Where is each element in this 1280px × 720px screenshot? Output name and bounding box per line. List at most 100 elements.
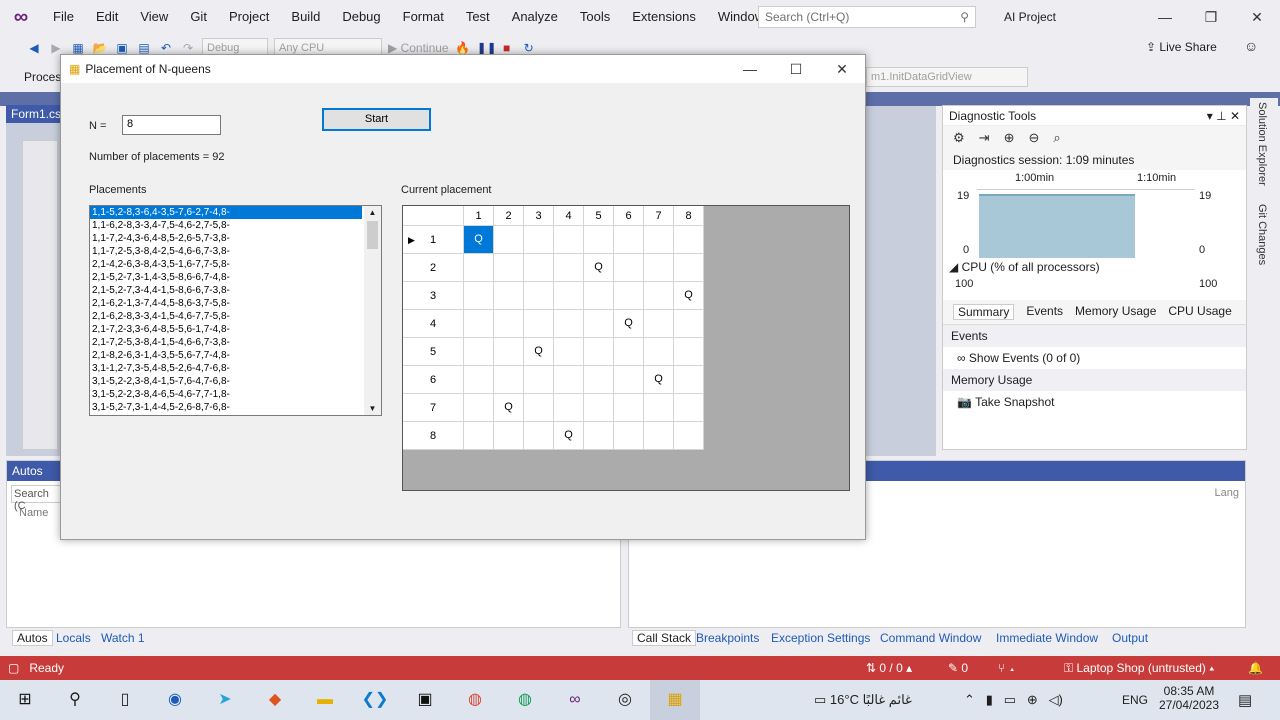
board-cell[interactable] — [464, 310, 494, 338]
tab-breakpoints[interactable]: Breakpoints — [696, 631, 759, 645]
placement-item[interactable]: 3,1-5,2-2,3-8,4-6,5-4,6-7,7-1,8- — [90, 388, 381, 401]
scroll-down-icon[interactable]: ▼ — [364, 404, 381, 413]
form-maximize-icon[interactable]: ☐ — [773, 55, 819, 83]
action-center-icon[interactable]: ▤ — [1238, 691, 1252, 709]
tab-immediate-window[interactable]: Immediate Window — [996, 631, 1098, 645]
board-cell[interactable] — [644, 422, 674, 450]
restore-icon[interactable]: ❐ — [1188, 0, 1234, 34]
menu-item-edit[interactable]: Edit — [85, 0, 129, 34]
tab-call-stack[interactable]: Call Stack — [632, 630, 697, 646]
row-header[interactable]: 3 — [403, 282, 464, 310]
chrome-icon-1[interactable]: ◍ — [450, 680, 500, 720]
board-cell[interactable] — [494, 310, 524, 338]
queen-cell[interactable]: Q — [644, 366, 674, 394]
visual-studio-icon[interactable]: ∞ — [550, 680, 600, 720]
obs-icon[interactable]: ◎ — [600, 680, 650, 720]
board-cell[interactable] — [464, 422, 494, 450]
column-header[interactable]: 5 — [584, 206, 614, 226]
menu-item-extensions[interactable]: Extensions — [621, 0, 707, 34]
tab-memory-usage[interactable]: Memory Usage — [1075, 304, 1156, 320]
tab-watch-1[interactable]: Watch 1 — [101, 631, 145, 645]
n-input[interactable]: 8 — [122, 115, 221, 135]
board-cell[interactable] — [494, 254, 524, 282]
start-icon[interactable]: ⊞ — [0, 680, 50, 720]
board-cell[interactable] — [644, 226, 674, 254]
board-cell[interactable] — [494, 366, 524, 394]
vs-search-input[interactable]: Search (Ctrl+Q) ⚲ — [758, 6, 976, 28]
row-header[interactable]: 7 — [403, 394, 464, 422]
file-icon[interactable]: ▯ — [100, 680, 150, 720]
menu-item-build[interactable]: Build — [280, 0, 331, 34]
settings-icon[interactable]: ⚙ — [953, 130, 965, 146]
board-cell[interactable] — [494, 338, 524, 366]
input-language[interactable]: ENG — [1122, 693, 1148, 707]
board-cell[interactable] — [554, 394, 584, 422]
taskbar-search-icon[interactable]: ⚲ — [50, 680, 100, 720]
continue-button[interactable]: ▶ Continue — [388, 41, 449, 55]
column-header[interactable]: 1 — [464, 206, 494, 226]
status-repo[interactable]: ⚿ Laptop Shop (untrusted) ▴ — [1064, 661, 1214, 676]
placement-item[interactable]: 2,1-6,2-1,3-7,4-4,5-8,6-3,7-5,8- — [90, 297, 381, 310]
board-cell[interactable] — [464, 394, 494, 422]
board-cell[interactable] — [644, 310, 674, 338]
board-cell[interactable] — [554, 282, 584, 310]
board-cell[interactable] — [554, 254, 584, 282]
row-header[interactable]: 2 — [403, 254, 464, 282]
queen-cell[interactable]: Q — [614, 310, 644, 338]
board-cell[interactable] — [644, 338, 674, 366]
vscode-icon[interactable]: ❮❯ — [350, 680, 400, 720]
tab-autos[interactable]: Autos — [12, 630, 53, 646]
take-snapshot-button[interactable]: 📷 Take Snapshot — [943, 391, 1246, 413]
tab-command-window[interactable]: Command Window — [880, 631, 981, 645]
board-cell[interactable] — [674, 310, 704, 338]
placement-item[interactable]: 1,1-7,2-4,3-6,4-8,5-2,6-5,7-3,8- — [90, 232, 381, 245]
back-icon[interactable]: ◀ — [26, 40, 42, 56]
start-button[interactable]: Start — [322, 108, 431, 131]
menu-item-test[interactable]: Test — [455, 0, 501, 34]
board-cell[interactable] — [464, 338, 494, 366]
app-icon-1[interactable]: ◉ — [150, 680, 200, 720]
board-cell[interactable] — [584, 282, 614, 310]
board-cell[interactable] — [554, 338, 584, 366]
board-cell[interactable] — [554, 226, 584, 254]
board-cell[interactable] — [524, 394, 554, 422]
board-cell[interactable] — [524, 226, 554, 254]
board-cell[interactable] — [614, 282, 644, 310]
placement-item[interactable]: 2,1-7,2-3,3-6,4-8,5-5,6-1,7-4,8- — [90, 323, 381, 336]
tab-exception-settings[interactable]: Exception Settings — [771, 631, 870, 645]
queen-cell[interactable]: Q — [554, 422, 584, 450]
tab-output[interactable]: Output — [1112, 631, 1148, 645]
file-explorer-icon[interactable]: ▬ — [300, 680, 350, 720]
placement-item[interactable]: 1,1-6,2-8,3-3,4-7,5-4,6-2,7-5,8- — [90, 219, 381, 232]
zoom-in-icon[interactable]: ⊕ — [1004, 130, 1015, 146]
autos-search-input[interactable]: Search (C — [11, 485, 63, 512]
queen-cell[interactable]: Q — [524, 338, 554, 366]
column-header[interactable]: 3 — [524, 206, 554, 226]
row-header[interactable]: 6 — [403, 366, 464, 394]
board-cell[interactable] — [494, 422, 524, 450]
board-cell[interactable] — [464, 366, 494, 394]
board-cell[interactable] — [584, 394, 614, 422]
winforms-app-icon[interactable]: ▦ — [650, 680, 700, 720]
branch-icon[interactable]: ⑂ ▴ — [998, 661, 1016, 675]
git-icon[interactable]: ◆ — [250, 680, 300, 720]
queen-cell[interactable]: Q — [584, 254, 614, 282]
board-cell[interactable] — [584, 338, 614, 366]
tray-icons[interactable]: ⌃ ▮ ▭ ⊕ ◁) — [964, 692, 1063, 708]
board-cell[interactable] — [524, 366, 554, 394]
board-cell[interactable] — [674, 422, 704, 450]
placements-listbox[interactable]: 1,1-5,2-8,3-6,4-3,5-7,6-2,7-4,8- 1,1-6,2-… — [89, 205, 382, 416]
board-cell[interactable] — [464, 254, 494, 282]
placement-item[interactable]: 2,1-6,2-8,3-3,4-1,5-4,6-7,7-5,8- — [90, 310, 381, 323]
board-cell[interactable] — [524, 282, 554, 310]
cpu-header[interactable]: ◢ CPU (% of all processors) — [949, 260, 1100, 274]
board-cell[interactable] — [494, 226, 524, 254]
board-cell[interactable] — [614, 254, 644, 282]
placement-item[interactable]: 2,1-7,2-5,3-8,4-1,5-4,6-6,7-3,8- — [90, 336, 381, 349]
board-cell[interactable] — [614, 366, 644, 394]
form-close-icon[interactable]: ✕ — [819, 55, 865, 83]
show-events-link[interactable]: ∞ Show Events (0 of 0) — [943, 347, 1246, 369]
board-cell[interactable] — [614, 226, 644, 254]
placement-item[interactable]: 2,1-5,2-7,3-4,4-1,5-8,6-6,7-3,8- — [90, 284, 381, 297]
queen-cell[interactable]: Q — [464, 226, 494, 254]
